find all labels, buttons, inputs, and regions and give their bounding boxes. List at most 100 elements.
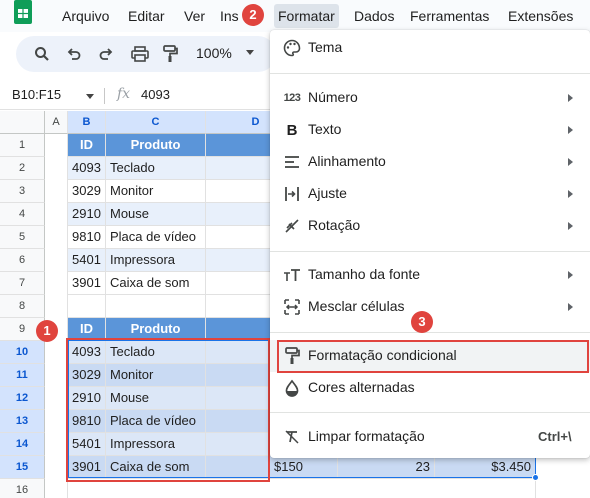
table2-header-id[interactable]: ID bbox=[68, 318, 106, 341]
table-cell[interactable]: Caixa de som bbox=[106, 272, 206, 295]
row-header-11[interactable]: 11 bbox=[0, 364, 45, 387]
table-cell[interactable]: Impressora bbox=[106, 249, 206, 272]
search-icon[interactable] bbox=[30, 42, 54, 66]
menu-item-numero[interactable]: 123 Número bbox=[270, 82, 590, 114]
table-cell[interactable]: 2910 bbox=[68, 387, 106, 410]
row-header-3[interactable]: 3 bbox=[0, 180, 45, 203]
table-cell-total[interactable]: $3.450 bbox=[435, 456, 536, 479]
menu-item-limpar-formatacao[interactable]: Limpar formatação Ctrl+\ bbox=[270, 421, 590, 453]
table-cell-preco[interactable]: $150 bbox=[270, 456, 338, 479]
row-header-2[interactable]: 2 bbox=[0, 157, 45, 180]
table-cell[interactable]: 5401 bbox=[68, 249, 106, 272]
table-cell[interactable] bbox=[68, 295, 106, 318]
menu-divider bbox=[270, 73, 590, 74]
menu-ver[interactable]: Ver bbox=[180, 7, 209, 25]
row-header-15[interactable]: 15 bbox=[0, 456, 45, 479]
table-cell[interactable] bbox=[106, 295, 206, 318]
table-cell[interactable]: Teclado bbox=[106, 341, 206, 364]
name-box[interactable]: B10:F15 bbox=[12, 87, 61, 102]
menu-item-rotacao[interactable]: Rotação bbox=[270, 210, 590, 242]
row-header-12[interactable]: 12 bbox=[0, 387, 45, 410]
col-header-a[interactable]: A bbox=[45, 111, 68, 134]
menu-item-cores-alternadas[interactable]: Cores alternadas bbox=[270, 372, 590, 404]
zoom-select[interactable]: 100% bbox=[196, 45, 232, 61]
shortcut-hint: Ctrl+\ bbox=[538, 429, 572, 444]
menu-item-label: Ajuste bbox=[308, 185, 347, 201]
menu-item-label: Cores alternadas bbox=[308, 379, 415, 395]
menu-item-formatacao-condicional[interactable]: Formatação condicional bbox=[270, 340, 590, 372]
table-cell-qtd[interactable]: 23 bbox=[338, 456, 435, 479]
menu-item-tema[interactable]: Tema bbox=[270, 32, 590, 64]
menu-item-texto[interactable]: B Texto bbox=[270, 114, 590, 146]
menu-formatar[interactable]: Formatar bbox=[274, 4, 339, 28]
table-cell[interactable]: 2910 bbox=[68, 203, 106, 226]
clear-format-icon bbox=[282, 427, 302, 447]
menu-dados[interactable]: Dados bbox=[350, 7, 398, 25]
row-header-10[interactable]: 10 bbox=[0, 341, 45, 364]
menu-inserir[interactable]: Ins bbox=[216, 7, 243, 25]
print-icon[interactable] bbox=[128, 42, 152, 66]
row-header-6[interactable]: 6 bbox=[0, 249, 45, 272]
table-cell[interactable]: 4093 bbox=[68, 341, 106, 364]
fill-handle[interactable] bbox=[532, 474, 539, 481]
table-cell[interactable]: 3029 bbox=[68, 180, 106, 203]
select-all-corner[interactable] bbox=[0, 111, 45, 134]
undo-icon[interactable] bbox=[62, 42, 86, 66]
row-header-14[interactable]: 14 bbox=[0, 433, 45, 456]
paint-format-icon[interactable] bbox=[158, 42, 182, 66]
zoom-caret-icon[interactable] bbox=[246, 50, 254, 55]
table-cell[interactable]: 3901 bbox=[68, 272, 106, 295]
table-cell[interactable]: Impressora bbox=[106, 433, 206, 456]
menu-item-label: Mesclar células bbox=[308, 298, 405, 314]
table-cell[interactable]: Monitor bbox=[106, 180, 206, 203]
row-header-5[interactable]: 5 bbox=[0, 226, 45, 249]
table-cell[interactable]: 3029 bbox=[68, 364, 106, 387]
name-box-caret-icon[interactable] bbox=[86, 94, 94, 99]
font-size-icon bbox=[282, 265, 302, 285]
menu-editar[interactable]: Editar bbox=[124, 7, 169, 25]
formula-input[interactable]: 4093 bbox=[141, 87, 170, 102]
row-header-4[interactable]: 4 bbox=[0, 203, 45, 226]
redo-icon[interactable] bbox=[94, 42, 118, 66]
table1-header-id[interactable]: ID bbox=[68, 134, 106, 157]
menu-item-tamanho-fonte[interactable]: Tamanho da fonte bbox=[270, 259, 590, 291]
row-header-7[interactable]: 7 bbox=[0, 272, 45, 295]
table-cell[interactable] bbox=[68, 479, 536, 498]
menu-item-label: Rotação bbox=[308, 217, 361, 233]
align-icon bbox=[282, 152, 302, 172]
table2-header-produto[interactable]: Produto bbox=[106, 318, 206, 341]
row-header-8[interactable]: 8 bbox=[0, 295, 45, 318]
table-cell[interactable]: Monitor bbox=[106, 364, 206, 387]
menu-ferramentas[interactable]: Ferramentas bbox=[406, 7, 493, 25]
table-cell[interactable]: Placa de vídeo bbox=[106, 226, 206, 249]
table-cell[interactable]: Placa de vídeo bbox=[106, 410, 206, 433]
table-cell[interactable]: 5401 bbox=[68, 433, 106, 456]
menu-bar: Arquivo Editar Ver Ins Formatar Dados Fe… bbox=[0, 0, 590, 32]
table-cell[interactable]: 9810 bbox=[68, 410, 106, 433]
row-header-13[interactable]: 13 bbox=[0, 410, 45, 433]
col-a-cells[interactable] bbox=[45, 134, 68, 498]
table-cell[interactable]: 9810 bbox=[68, 226, 106, 249]
table-cell[interactable]: Teclado bbox=[106, 157, 206, 180]
col-header-b[interactable]: B bbox=[68, 111, 106, 134]
table-cell[interactable]: Mouse bbox=[106, 203, 206, 226]
menu-item-alinhamento[interactable]: Alinhamento bbox=[270, 146, 590, 178]
sheets-logo-icon[interactable] bbox=[12, 0, 34, 24]
menu-item-ajuste[interactable]: Ajuste bbox=[270, 178, 590, 210]
col-header-c[interactable]: C bbox=[106, 111, 206, 134]
row-header-16[interactable]: 16 bbox=[0, 479, 45, 498]
menu-divider bbox=[270, 251, 590, 252]
wrap-icon bbox=[282, 184, 302, 204]
submenu-arrow-icon bbox=[568, 190, 573, 198]
table-cell[interactable]: 4093 bbox=[68, 157, 106, 180]
table-cell[interactable]: Caixa de som bbox=[106, 456, 206, 479]
menu-divider bbox=[270, 332, 590, 333]
menu-arquivo[interactable]: Arquivo bbox=[58, 7, 113, 25]
table-cell[interactable]: Mouse bbox=[106, 387, 206, 410]
table-cell[interactable]: 3901 bbox=[68, 456, 106, 479]
table1-header-produto[interactable]: Produto bbox=[106, 134, 206, 157]
format-menu: Tema 123 Número B Texto Alinhamento Ajus… bbox=[270, 30, 590, 458]
number-format-icon: 123 bbox=[283, 92, 301, 104]
menu-extensoes[interactable]: Extensões bbox=[504, 7, 577, 25]
row-header-1[interactable]: 1 bbox=[0, 134, 45, 157]
